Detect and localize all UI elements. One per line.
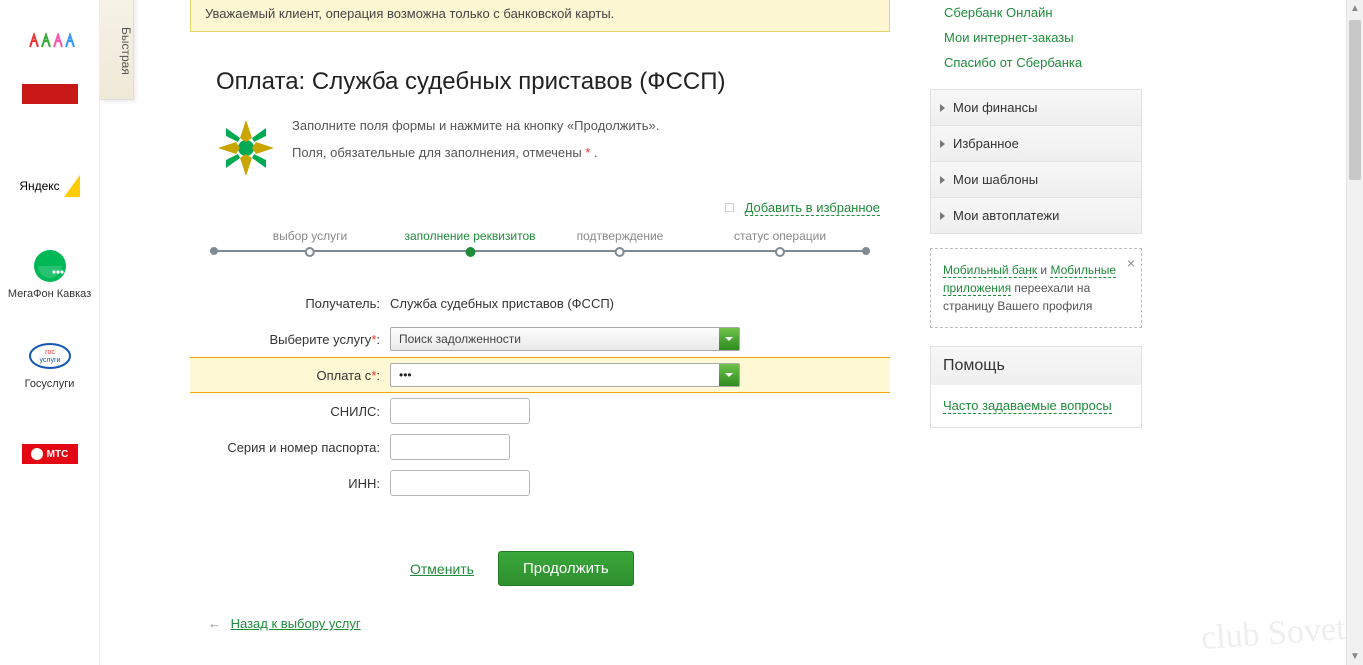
menu-my-finances[interactable]: Мои финансы xyxy=(931,90,1141,125)
bookmark-icon: ☐ xyxy=(724,201,735,215)
scroll-down-icon[interactable]: ▼ xyxy=(1347,648,1363,665)
continue-button[interactable]: Продолжить xyxy=(498,551,634,586)
right-column: Сбербанк Онлайн Мои интернет-заказы Спас… xyxy=(930,0,1142,428)
step-end-cap xyxy=(862,229,870,255)
label-service: Выберите услугу*: xyxy=(190,332,390,347)
main-content: Уважаемый клиент, операция возможна толь… xyxy=(190,0,890,631)
svg-text:услуги: услуги xyxy=(39,357,60,364)
label-pay-from: Оплата с*: xyxy=(190,368,390,383)
quick-link-my-orders[interactable]: Мои интернет-заказы xyxy=(930,25,1142,50)
intro-line-1: Заполните поля формы и нажмите на кнопку… xyxy=(292,118,659,133)
label-passport: Серия и номер паспорта: xyxy=(190,440,390,455)
side-menu: Мои финансы Избранное Мои шаблоны Мои ав… xyxy=(930,89,1142,234)
step-4: статус операции xyxy=(734,229,826,257)
select-service[interactable] xyxy=(390,327,740,351)
input-passport[interactable] xyxy=(390,434,510,460)
yandex-icon: Яндекс xyxy=(18,166,82,206)
rail-label: МегаФон Кавказ xyxy=(0,288,99,300)
svg-text:гос: гос xyxy=(45,349,55,356)
back-link-row: ← Назад к выбору услуг xyxy=(208,616,890,631)
chevron-down-icon[interactable] xyxy=(719,364,739,386)
row-service: Выберите услугу*: xyxy=(190,321,890,357)
input-inn[interactable] xyxy=(390,470,530,496)
intro-block: Заполните поля формы и нажмите на кнопку… xyxy=(216,118,890,178)
scroll-thumb[interactable] xyxy=(1349,20,1361,180)
help-faq-link[interactable]: Часто задаваемые вопросы xyxy=(943,398,1112,414)
add-to-favorites[interactable]: ☐ Добавить в избранное xyxy=(190,200,880,215)
rail-item-promo[interactable] xyxy=(0,74,99,114)
quick-link-spasibo[interactable]: Спасибо от Сбербанка xyxy=(930,50,1142,75)
label-snils: СНИЛС: xyxy=(190,404,390,419)
left-rail: Быстрая Яндекс МегаФон Кавказ госуслуги … xyxy=(0,0,100,665)
step-2: заполнение реквизитов xyxy=(404,229,535,257)
kids-icon xyxy=(18,16,82,56)
select-pay-from[interactable] xyxy=(390,363,740,387)
form-actions: Отменить Продолжить xyxy=(410,551,890,586)
mts-icon: МТС xyxy=(18,434,82,474)
select-service-input[interactable] xyxy=(391,328,719,350)
yandex-label: Яндекс xyxy=(19,179,59,193)
menu-my-autopayments[interactable]: Мои автоплатежи xyxy=(931,197,1141,233)
notice-link-mobile-bank[interactable]: Мобильный банк xyxy=(943,263,1037,278)
label-recipient: Получатель: xyxy=(190,296,390,311)
progress-steps: выбор услуги заполнение реквизитов подтв… xyxy=(190,229,890,257)
notice-box: × Мобильный банк и Мобильные приложения … xyxy=(930,248,1142,328)
gosuslugi-icon: госуслуги xyxy=(18,336,82,376)
step-start-cap xyxy=(210,229,218,255)
label-inn: ИНН: xyxy=(190,476,390,491)
help-title: Помощь xyxy=(931,347,1141,385)
rail-label: Госуслуги xyxy=(0,378,99,390)
chevron-down-icon[interactable] xyxy=(719,328,739,350)
value-recipient: Служба судебных приставов (ФССП) xyxy=(390,296,890,311)
quick-link-sberbank-online[interactable]: Сбербанк Онлайн xyxy=(930,0,1142,25)
close-icon[interactable]: × xyxy=(1127,253,1135,274)
fast-panel-tab[interactable]: Быстрая xyxy=(100,0,134,100)
page-title: Оплата: Служба судебных приставов (ФССП) xyxy=(216,68,890,96)
cancel-link[interactable]: Отменить xyxy=(410,561,474,577)
rail-item-gosuslugi[interactable]: госуслуги Госуслуги xyxy=(0,336,99,390)
row-pay-from: Оплата с*: xyxy=(190,357,890,393)
menu-my-templates[interactable]: Мои шаблоны xyxy=(931,161,1141,197)
help-box: Помощь Часто задаваемые вопросы xyxy=(930,346,1142,428)
step-1: выбор услуги xyxy=(273,229,348,257)
rail-item-yandex[interactable]: Яндекс xyxy=(0,166,99,206)
fssp-crest-icon xyxy=(216,118,276,178)
menu-favorites[interactable]: Избранное xyxy=(931,125,1141,161)
watermark: club Sovet xyxy=(1199,610,1346,658)
vertical-scrollbar[interactable]: ▲ ▼ xyxy=(1346,0,1363,665)
intro-line-2: Поля, обязательные для заполнения, отмеч… xyxy=(292,145,659,160)
input-snils[interactable] xyxy=(390,398,530,424)
rail-item-kids[interactable] xyxy=(0,16,99,56)
quick-links: Сбербанк Онлайн Мои интернет-заказы Спас… xyxy=(930,0,1142,75)
back-link[interactable]: Назад к выбору услуг xyxy=(231,616,361,631)
row-recipient: Получатель: Служба судебных приставов (Ф… xyxy=(190,285,890,321)
row-inn: ИНН: xyxy=(190,465,890,501)
arrow-left-icon: ← xyxy=(208,616,221,631)
alert-banner: Уважаемый клиент, операция возможна толь… xyxy=(190,0,890,32)
row-snils: СНИЛС: xyxy=(190,393,890,429)
step-3: подтверждение xyxy=(577,229,664,257)
megafon-icon xyxy=(18,246,82,286)
row-passport: Серия и номер паспорта: xyxy=(190,429,890,465)
promo-icon xyxy=(18,74,82,114)
add-to-favorites-link[interactable]: Добавить в избранное xyxy=(745,200,880,216)
select-pay-from-input[interactable] xyxy=(391,364,719,386)
rail-item-megafon[interactable]: МегаФон Кавказ xyxy=(0,246,99,300)
rail-item-mts[interactable]: МТС xyxy=(0,434,99,474)
scroll-up-icon[interactable]: ▲ xyxy=(1347,0,1363,17)
